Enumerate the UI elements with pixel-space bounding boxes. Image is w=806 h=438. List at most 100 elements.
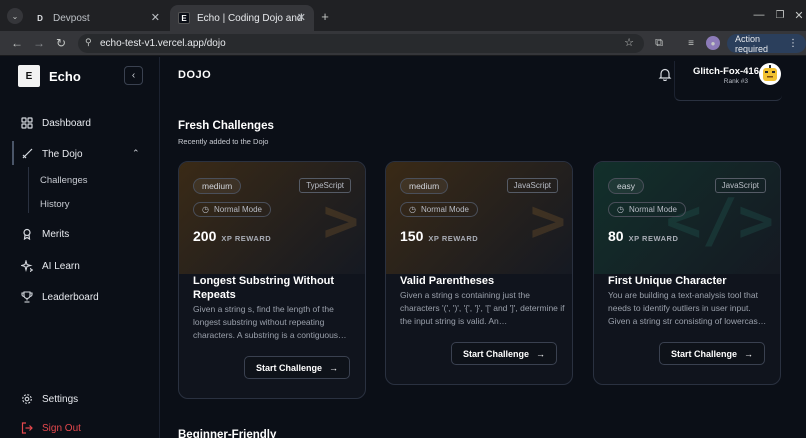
collapse-sidebar-button[interactable]: ‹ <box>124 66 143 85</box>
mode-label: Normal Mode <box>213 205 262 214</box>
sidebar-item-ai-learn[interactable]: AI Learn <box>20 259 80 273</box>
xp-value: 150 <box>400 228 424 244</box>
mode-label: Normal Mode <box>420 205 469 214</box>
reload-icon[interactable]: ↻ <box>54 36 68 50</box>
bookmark-star-icon[interactable]: ☆ <box>624 36 634 49</box>
back-arrow-icon[interactable]: ← <box>10 36 24 50</box>
challenge-description: Given a string s containing just the cha… <box>400 290 565 326</box>
start-challenge-button[interactable]: Start Challenge → <box>659 342 765 365</box>
sidebar-item-label: Leaderboard <box>42 291 99 303</box>
code-deco-icon: > <box>529 186 566 256</box>
profile-avatar-icon[interactable]: ● <box>706 36 720 50</box>
chevron-up-icon[interactable]: ⌃ <box>132 148 140 159</box>
sidebar-item-leaderboard[interactable]: Leaderboard <box>20 290 99 304</box>
start-challenge-button[interactable]: Start Challenge → <box>451 342 557 365</box>
address-input[interactable]: ⚲ echo-test-v1.vercel.app/dojo ☆ <box>78 34 644 53</box>
next-section-title: Beginner-Friendly <box>178 429 277 438</box>
clock-icon: ◷ <box>202 205 209 214</box>
more-vertical-icon[interactable]: ⋮ <box>788 38 798 49</box>
sidebar-subitem-history[interactable]: History <box>40 199 70 210</box>
challenge-title: First Unique Character <box>608 275 727 287</box>
brand[interactable]: E Echo <box>18 65 81 87</box>
browser-toolbar: ← → ↻ ⚲ echo-test-v1.vercel.app/dojo ☆ ⧉… <box>0 31 806 56</box>
challenge-card[interactable]: </> easy JavaScript ◷ Normal Mode 80 XP … <box>593 161 781 385</box>
site-info-icon[interactable]: ⚲ <box>85 37 92 48</box>
language-badge: JavaScript <box>506 178 558 193</box>
tab-title: Echo | Coding Dojo and C <box>197 12 305 24</box>
start-challenge-label: Start Challenge <box>462 348 529 359</box>
gear-icon <box>20 392 34 406</box>
sign-out-button[interactable]: Sign Out <box>20 421 81 435</box>
browser-tab-echo[interactable]: E Echo | Coding Dojo and C ✕ <box>170 5 314 31</box>
extensions-icon[interactable]: ⧉ <box>652 36 666 50</box>
section-title: Fresh Challenges <box>178 120 274 132</box>
start-challenge-button[interactable]: Start Challenge → <box>244 356 350 379</box>
clock-icon: ◷ <box>617 205 624 214</box>
challenge-title: Valid Parentheses <box>400 275 495 287</box>
sidebar-active-indicator <box>12 141 14 165</box>
media-queue-icon[interactable]: ≡ <box>684 36 698 50</box>
challenge-title: Longest Substring Without Repeats <box>193 275 335 301</box>
logo-icon: E <box>18 65 40 87</box>
sign-out-label: Sign Out <box>42 422 81 434</box>
submenu-guide <box>28 167 29 213</box>
sidebar-item-label: Settings <box>42 393 79 405</box>
close-icon[interactable]: ✕ <box>151 11 160 24</box>
browser-tab-bar: ⌄ D Devpost ✕ E Echo | Coding Dojo and C… <box>0 0 806 31</box>
sidebar-item-merits[interactable]: Merits <box>20 227 69 241</box>
avatar[interactable] <box>759 63 781 85</box>
sidebar-item-label: Merits <box>42 228 70 240</box>
card-header: > medium TypeScript ◷ Normal Mode 200 XP… <box>179 162 365 274</box>
clock-icon: ◷ <box>409 205 416 214</box>
tab-search-icon[interactable]: ⌄ <box>7 8 23 24</box>
challenge-description: Given a string s, find the length of the… <box>193 304 347 340</box>
xp-label: XP REWARD <box>221 234 272 243</box>
action-required-button[interactable]: Action required ⋮ <box>727 34 806 54</box>
mode-badge: ◷ Normal Mode <box>193 202 271 217</box>
sidebar-item-the-dojo[interactable]: The Dojo <box>20 147 83 161</box>
xp-reward: 200 XP REWARD <box>193 228 271 244</box>
mode-badge: ◷ Normal Mode <box>400 202 478 217</box>
challenge-card[interactable]: > medium TypeScript ◷ Normal Mode 200 XP… <box>178 161 366 399</box>
trophy-icon <box>20 290 34 304</box>
restore-icon[interactable]: ❐ <box>773 8 787 22</box>
page-title: DOJO <box>178 69 212 81</box>
difficulty-badge: medium <box>193 178 242 194</box>
code-deco-icon: > <box>322 186 359 256</box>
url-text: echo-test-v1.vercel.app/dojo <box>100 38 226 49</box>
language-badge: TypeScript <box>299 178 351 193</box>
close-icon[interactable]: ✕ <box>297 11 306 24</box>
start-challenge-label: Start Challenge <box>670 348 737 359</box>
sidebar-item-dashboard[interactable]: Dashboard <box>20 116 91 130</box>
devpost-favicon-icon: D <box>37 13 43 23</box>
xp-reward: 80 XP REWARD <box>608 228 678 244</box>
sword-icon <box>20 147 34 161</box>
sidebar-item-label: Dashboard <box>42 117 91 129</box>
minimize-icon[interactable]: — <box>752 8 766 22</box>
sidebar-item-label: The Dojo <box>42 148 83 160</box>
tab-title: Devpost <box>53 12 90 24</box>
browser-tab-devpost[interactable]: D Devpost ✕ <box>26 5 168 31</box>
new-tab-button[interactable]: + <box>318 9 332 24</box>
arrow-right-icon: → <box>744 348 753 359</box>
sparkle-icon <box>20 259 34 273</box>
mode-label: Normal Mode <box>628 205 677 214</box>
forward-arrow-icon[interactable]: → <box>32 36 46 50</box>
echo-favicon-icon: E <box>178 12 190 24</box>
user-menu[interactable]: Glitch-Fox-416 Rank #3 <box>674 61 782 101</box>
grid-icon <box>20 116 34 130</box>
sidebar-subitem-challenges[interactable]: Challenges <box>40 175 88 186</box>
bell-icon[interactable] <box>658 67 674 83</box>
close-window-icon[interactable]: ✕ <box>792 8 806 22</box>
card-header: </> easy JavaScript ◷ Normal Mode 80 XP … <box>594 162 780 274</box>
sign-out-icon <box>20 421 34 435</box>
arrow-right-icon: → <box>536 348 545 359</box>
xp-value: 200 <box>193 228 217 244</box>
xp-value: 80 <box>608 228 624 244</box>
challenge-card[interactable]: > medium JavaScript ◷ Normal Mode 150 XP… <box>385 161 573 385</box>
start-challenge-label: Start Challenge <box>255 362 322 373</box>
user-rank: Rank #3 <box>723 78 748 85</box>
sidebar-item-settings[interactable]: Settings <box>20 392 78 406</box>
medal-icon <box>20 227 34 241</box>
arrow-right-icon: → <box>329 362 338 373</box>
